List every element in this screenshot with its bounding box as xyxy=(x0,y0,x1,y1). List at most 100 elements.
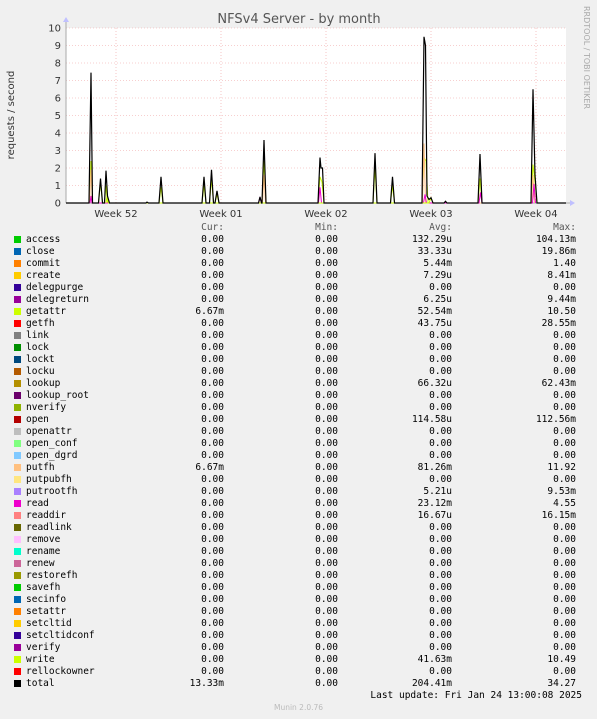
legend-min: 0.00 xyxy=(315,534,338,545)
legend-min: 0.00 xyxy=(315,330,338,341)
legend-avg: 0.00 xyxy=(429,630,452,641)
legend-swatch xyxy=(14,524,21,531)
legend-header-max: Max: xyxy=(553,222,576,233)
legend-max: 0.00 xyxy=(553,642,576,653)
y-tick-label: 10 xyxy=(48,24,61,35)
legend-min: 0.00 xyxy=(315,678,338,689)
legend-name: delegpurge xyxy=(26,282,84,293)
legend-min: 0.00 xyxy=(315,618,338,629)
legend-cur: 0.00 xyxy=(201,630,224,641)
legend-row-delegreturn: delegreturn 0.00 0.00 6.25u 9.44m xyxy=(10,294,590,306)
legend-min: 0.00 xyxy=(315,378,338,389)
legend-swatch xyxy=(14,500,21,507)
legend-cur: 0.00 xyxy=(201,654,224,665)
legend-name: nverify xyxy=(26,402,67,413)
legend-row-readdir: readdir 0.00 0.00 16.67u 16.15m xyxy=(10,510,590,522)
legend-max: 10.49 xyxy=(547,654,576,665)
legend-name: putfh xyxy=(26,462,55,473)
legend-name: setcltidconf xyxy=(26,630,95,641)
legend-swatch xyxy=(14,668,21,675)
munin-version: Munin 2.0.76 xyxy=(273,703,324,712)
legend-min: 0.00 xyxy=(315,642,338,653)
legend-swatch xyxy=(14,596,21,603)
legend-min: 0.00 xyxy=(315,270,338,281)
legend-name: savefh xyxy=(26,582,61,593)
legend-name: write xyxy=(26,654,55,665)
legend-row-write: write 0.00 0.00 41.63m 10.49 xyxy=(10,654,590,666)
legend-row-locku: locku 0.00 0.00 0.00 0.00 xyxy=(10,366,590,378)
legend-swatch xyxy=(14,320,21,327)
legend-name: secinfo xyxy=(26,594,67,605)
legend-max: 0.00 xyxy=(553,558,576,569)
legend-swatch xyxy=(14,608,21,615)
legend-cur: 0.00 xyxy=(201,546,224,557)
legend-min: 0.00 xyxy=(315,414,338,425)
legend-name: lookup_root xyxy=(26,390,89,401)
legend-avg: 43.75u xyxy=(417,318,452,329)
legend-avg: 0.00 xyxy=(429,354,452,365)
legend-avg: 0.00 xyxy=(429,366,452,377)
legend-row-link: link 0.00 0.00 0.00 0.00 xyxy=(10,330,590,342)
legend-name: lock xyxy=(26,342,49,353)
legend-cur: 0.00 xyxy=(201,366,224,377)
legend-name: restorefh xyxy=(26,570,78,581)
legend-min: 0.00 xyxy=(315,654,338,665)
legend-row-rellockowner: rellockowner 0.00 0.00 0.00 0.00 xyxy=(10,666,590,678)
legend-cur: 0.00 xyxy=(201,234,224,245)
legend-cur: 0.00 xyxy=(201,318,224,329)
legend-swatch xyxy=(14,248,21,255)
legend-avg: 81.26m xyxy=(417,462,452,473)
legend-max: 0.00 xyxy=(553,594,576,605)
legend-cur: 0.00 xyxy=(201,294,224,305)
legend-row-close: close 0.00 0.00 33.33u 19.86m xyxy=(10,246,590,258)
legend-max: 0.00 xyxy=(553,666,576,677)
legend-name: delegreturn xyxy=(26,294,89,305)
legend-swatch xyxy=(14,236,21,243)
legend-cur: 0.00 xyxy=(201,498,224,509)
legend-rows: access 0.00 0.00 132.29u 104.13m close 0.00 0.0… xyxy=(10,234,590,690)
legend-name: verify xyxy=(26,642,61,653)
legend-name: link xyxy=(26,330,49,341)
x-tick-label: Week 52 xyxy=(94,209,137,220)
legend-name: locku xyxy=(26,366,55,377)
legend-swatch xyxy=(14,296,21,303)
legend-row-readlink: readlink 0.00 0.00 0.00 0.00 xyxy=(10,522,590,534)
legend-cur: 0.00 xyxy=(201,342,224,353)
legend-row-rename: rename 0.00 0.00 0.00 0.00 xyxy=(10,546,590,558)
legend-cur: 0.00 xyxy=(201,534,224,545)
legend-avg: 132.29u xyxy=(411,234,452,245)
legend-max: 0.00 xyxy=(553,390,576,401)
legend-name: readdir xyxy=(26,510,67,521)
legend-avg: 0.00 xyxy=(429,522,452,533)
legend-cur: 0.00 xyxy=(201,270,224,281)
legend-row-open_dgrd: open_dgrd 0.00 0.00 0.00 0.00 xyxy=(10,450,590,462)
legend-cur: 0.00 xyxy=(201,426,224,437)
legend-avg: 0.00 xyxy=(429,666,452,677)
legend-cur: 6.67m xyxy=(195,306,224,317)
legend-row-commit: commit 0.00 0.00 5.44m 1.40 xyxy=(10,258,590,270)
y-axis-label: requests / second xyxy=(6,71,17,160)
legend-swatch xyxy=(14,380,21,387)
legend-swatch xyxy=(14,644,21,651)
legend-min: 0.00 xyxy=(315,462,338,473)
legend-swatch xyxy=(14,464,21,471)
legend-swatch xyxy=(14,356,21,363)
legend-max: 11.92 xyxy=(547,462,576,473)
legend-cur: 0.00 xyxy=(201,606,224,617)
legend-row-savefh: savefh 0.00 0.00 0.00 0.00 xyxy=(10,582,590,594)
legend-row-open: open 0.00 0.00 114.58u 112.56m xyxy=(10,414,590,426)
y-tick-label: 0 xyxy=(55,199,61,210)
legend-swatch xyxy=(14,428,21,435)
legend-min: 0.00 xyxy=(315,450,338,461)
legend-avg: 0.00 xyxy=(429,582,452,593)
legend-max: 4.55 xyxy=(553,498,576,509)
legend-row-renew: renew 0.00 0.00 0.00 0.00 xyxy=(10,558,590,570)
legend-max: 0.00 xyxy=(553,438,576,449)
legend-cur: 0.00 xyxy=(201,474,224,485)
legend-name: open_dgrd xyxy=(26,450,78,461)
legend-row-lookup_root: lookup_root 0.00 0.00 0.00 0.00 xyxy=(10,390,590,402)
legend-cur: 0.00 xyxy=(201,522,224,533)
legend-swatch xyxy=(14,440,21,447)
legend-row-nverify: nverify 0.00 0.00 0.00 0.00 xyxy=(10,402,590,414)
legend-swatch xyxy=(14,332,21,339)
